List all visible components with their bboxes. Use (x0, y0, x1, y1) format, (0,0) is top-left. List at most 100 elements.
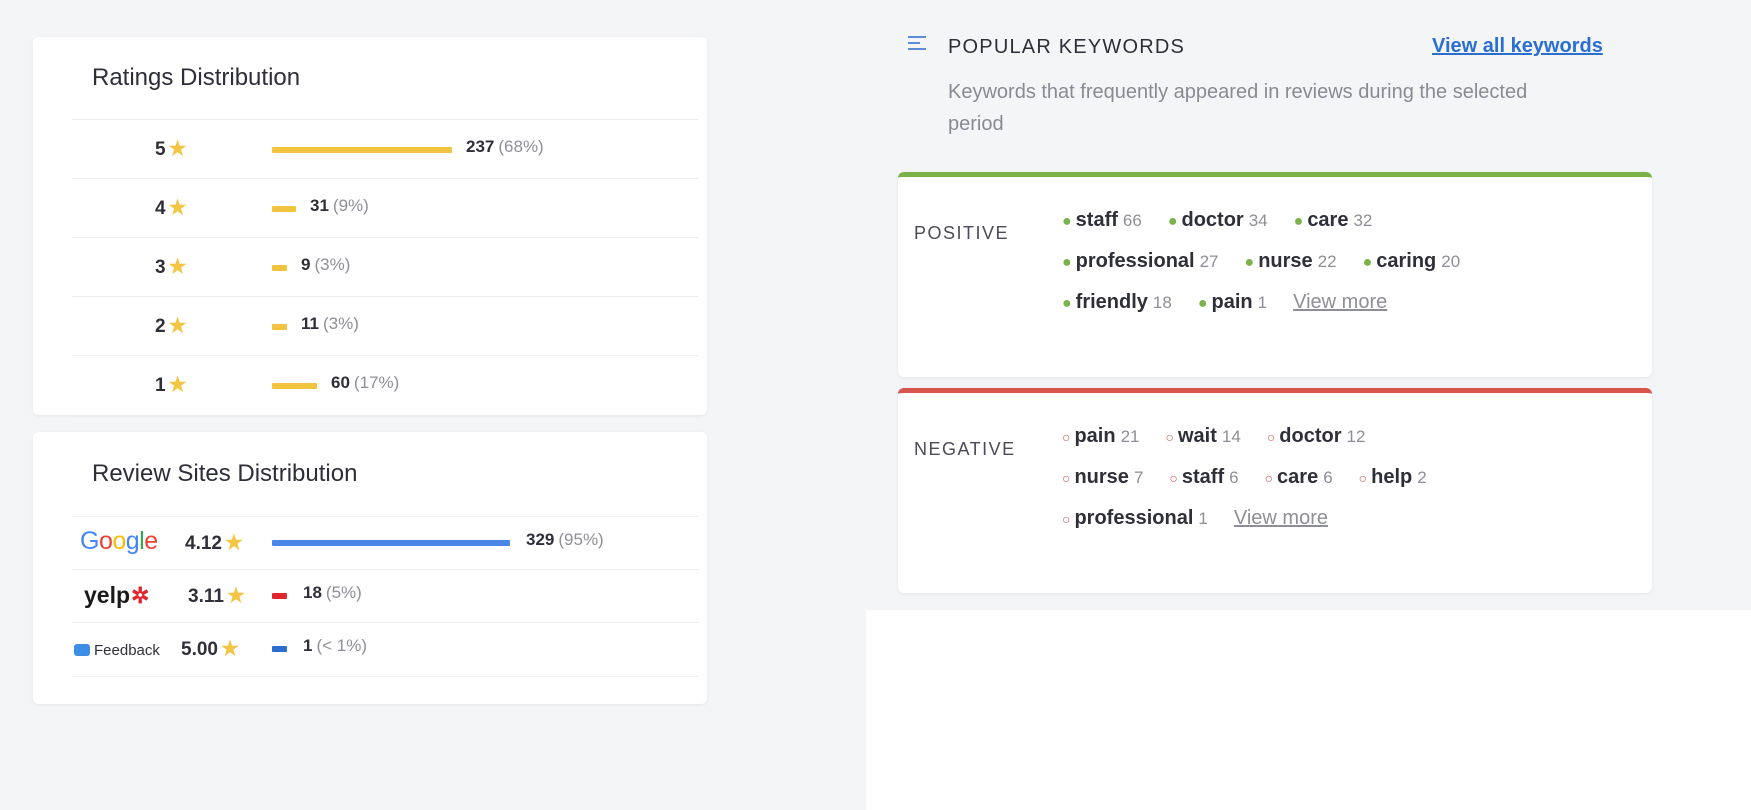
negative-keyword-count: 14 (1221, 427, 1241, 446)
rating-count: 9 (3%) (301, 255, 350, 275)
positive-keyword-count: 20 (1441, 252, 1461, 271)
positive-keyword-count: 27 (1199, 252, 1219, 271)
view-all-keywords-link[interactable]: View all keywords (1432, 35, 1603, 58)
positive-keyword-chip[interactable]: ● professional 27 (1062, 250, 1219, 273)
negative-keyword-chip[interactable]: ○ wait 14 (1166, 425, 1241, 448)
rating-row: 4 ★ 31 (9%) (72, 178, 698, 239)
google-logo: Google (80, 527, 158, 556)
rating-bar (272, 147, 452, 153)
star-icon: ★ (224, 532, 243, 554)
rating-stars-value: 5 (155, 139, 166, 160)
ratings-distribution-card: Ratings Distribution 5 ★ 237 (68%) 4 ★ 31 (9%) 3… (33, 37, 707, 417)
positive-keyword-chip[interactable]: ● friendly 18 (1062, 291, 1172, 314)
rating-count-value: 237 (466, 137, 495, 156)
positive-keyword-count: 32 (1353, 211, 1373, 230)
positive-keyword-chip[interactable]: ● caring 20 (1363, 250, 1461, 273)
positive-keyword-chip[interactable]: ● staff 66 (1062, 209, 1142, 232)
rating-count-value: 60 (331, 373, 350, 392)
negative-keyword-chip[interactable]: ○ professional 1 (1062, 507, 1208, 530)
positive-keyword-chip[interactable]: ● care 32 (1294, 209, 1373, 232)
list-icon (908, 36, 926, 54)
site-count-value: 18 (303, 583, 322, 602)
positive-keyword-count: 66 (1122, 211, 1142, 230)
positive-keyword-chip[interactable]: ● nurse 22 (1245, 250, 1337, 273)
yelp-wordmark: yelp (84, 582, 131, 608)
keywords-subtitle: Keywords that frequently appeared in rev… (948, 81, 1528, 135)
negative-keyword-count: 21 (1120, 427, 1140, 446)
rating-count-value: 31 (310, 196, 329, 215)
site-row: yelp✲ 3.11 ★ 18 (5%) (72, 569, 698, 623)
feedback-logo: Feedback (74, 642, 160, 659)
site-bar (272, 540, 510, 546)
negative-keyword-count: 7 (1133, 468, 1144, 487)
google-letter: e (144, 527, 158, 555)
dot-icon: ● (1167, 213, 1178, 230)
site-rating-value: 3.11 (188, 586, 224, 607)
google-letter: o (112, 527, 126, 555)
hollow-dot-icon: ○ (1358, 470, 1368, 486)
negative-keyword-chip[interactable]: ○ staff 6 (1169, 466, 1238, 489)
star-icon: ★ (168, 138, 187, 160)
negative-keyword: staff (1181, 466, 1225, 488)
negative-keyword-line: ○ nurse 7 ○ staff 6 ○ care 6 ○ help 2 (1062, 466, 1453, 489)
positive-keyword: nurse (1258, 250, 1313, 272)
negative-keyword-count: 12 (1346, 427, 1366, 446)
star-icon: ★ (168, 374, 187, 396)
rating-stars: 5 ★ (155, 136, 187, 161)
rating-bar (272, 206, 296, 212)
negative-keyword-chip[interactable]: ○ doctor 12 (1267, 425, 1366, 448)
site-percent: (5%) (325, 583, 362, 602)
rating-percent: (3%) (322, 314, 359, 333)
hollow-dot-icon: ○ (1165, 429, 1174, 445)
site-row: Feedback 5.00 ★ 1 (< 1%) (72, 622, 698, 677)
negative-keyword-chip[interactable]: ○ care 6 (1265, 466, 1333, 489)
rating-percent: (3%) (314, 255, 351, 274)
positive-keyword-chip[interactable]: ● pain 1 (1198, 291, 1267, 314)
site-count: 329 (95%) (526, 530, 604, 550)
rating-row: 1 ★ 60 (17%) (72, 355, 698, 417)
negative-keyword: nurse (1074, 466, 1129, 488)
site-count-value: 1 (303, 636, 313, 655)
negative-keyword: care (1277, 466, 1319, 488)
negative-keyword: pain (1074, 425, 1116, 447)
negative-keyword: wait (1177, 425, 1217, 447)
star-icon: ★ (168, 315, 187, 337)
positive-view-more-link[interactable]: View more (1293, 291, 1387, 313)
positive-keyword: doctor (1181, 209, 1244, 231)
positive-keyword: professional (1075, 250, 1195, 272)
rating-stars: 4 ★ (155, 195, 187, 220)
google-letter: g (125, 527, 140, 555)
rating-bar (272, 265, 287, 271)
negative-keyword-count: 6 (1323, 468, 1333, 487)
negative-keyword-chip[interactable]: ○ nurse 7 (1062, 466, 1143, 489)
star-icon: ★ (168, 197, 187, 219)
positive-keyword-line: ● friendly 18 ● pain 1 View more (1062, 291, 1387, 314)
rating-stars-value: 2 (155, 316, 166, 337)
positive-keyword-count: 34 (1248, 211, 1268, 230)
hollow-dot-icon: ○ (1266, 429, 1276, 445)
site-count: 18 (5%) (303, 583, 362, 603)
dot-icon: ● (1244, 254, 1255, 271)
positive-keyword: care (1307, 209, 1349, 231)
negative-keyword-count: 6 (1229, 468, 1239, 487)
negative-keyword-chip[interactable]: ○ pain 21 (1062, 425, 1140, 448)
negative-keyword-line: ○ pain 21 ○ wait 14 ○ doctor 12 (1062, 425, 1391, 448)
positive-keyword: friendly (1075, 291, 1148, 313)
popular-keywords-title: POPULAR KEYWORDS (948, 36, 1186, 58)
negative-keyword-count: 2 (1417, 468, 1427, 487)
negative-view-more-link[interactable]: View more (1234, 507, 1328, 529)
positive-keyword-count: 1 (1257, 293, 1268, 312)
positive-keyword-chip[interactable]: ● doctor 34 (1168, 209, 1268, 232)
yelp-logo: yelp✲ (84, 582, 149, 609)
site-rating-value: 4.12 (185, 533, 222, 554)
positive-keyword-line: ● staff 66 ● doctor 34 ● care 32 (1062, 209, 1398, 232)
positive-keyword: caring (1376, 250, 1437, 272)
dot-icon: ● (1062, 254, 1072, 271)
rating-bar (272, 383, 317, 389)
site-row: Google 4.12 ★ 329 (95%) (72, 516, 698, 570)
negative-keyword-chip[interactable]: ○ help 2 (1359, 466, 1427, 489)
hollow-dot-icon: ○ (1062, 429, 1071, 445)
rating-stars: 1 ★ (155, 372, 187, 397)
site-rating: 3.11 ★ (188, 583, 245, 608)
site-count: 1 (< 1%) (303, 636, 367, 656)
